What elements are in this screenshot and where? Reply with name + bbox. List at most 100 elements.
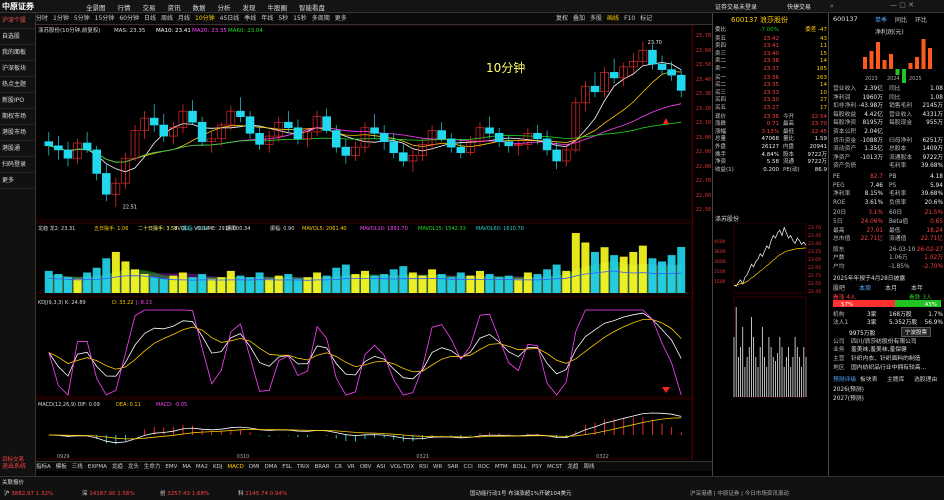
menu-item-2[interactable]: 交易 [143, 2, 156, 12]
period-tab-15[interactable]: 更多 [335, 13, 347, 25]
finance-tab-0[interactable]: 单季 [875, 15, 887, 24]
indicator-tab-3[interactable]: EXPMA [88, 462, 107, 471]
indicator-tab-26[interactable]: ROC [478, 462, 490, 471]
indicator-tab-9[interactable]: MA2 [196, 462, 208, 471]
rating-tab-3[interactable]: 本年 [911, 283, 923, 292]
menu-item-0[interactable]: 全景图 [86, 2, 106, 12]
indicator-tab-24[interactable]: SAR [447, 462, 458, 471]
indicator-tab-17[interactable]: CR [334, 462, 342, 471]
menu-item-3[interactable]: 资讯 [168, 2, 181, 12]
rating-tab-2[interactable]: 本月 [885, 283, 897, 292]
period-tab-2[interactable]: 5分钟 [74, 13, 90, 25]
period-tab-3[interactable]: 15分钟 [95, 13, 115, 25]
menu-item-5[interactable]: 分析 [218, 2, 231, 12]
period-tab-13[interactable]: 15秒 [293, 13, 307, 25]
chart-tool-3[interactable]: 画线 [607, 13, 619, 25]
nav-item-10[interactable]: 更多 [0, 173, 35, 189]
period-tab-7[interactable]: 月线 [178, 13, 190, 25]
index-1[interactable]: 深 14187.90 1.56% [82, 489, 135, 497]
main-chart[interactable]: 涤苏股份(10分钟,前复权) MAS: 23.35 MA10: 23.41 MA20:… [36, 25, 692, 461]
nav-item-0[interactable]: 沪深个股 [0, 13, 35, 29]
indicator-tab-19[interactable]: OBV [360, 462, 372, 471]
window-controls[interactable]: — ▢ ✕ [890, 1, 914, 9]
nav-item-1[interactable]: 自选股 [0, 29, 35, 45]
quick-trade-button[interactable]: 快捷交易 [787, 2, 811, 11]
chart-tool-2[interactable]: 多股 [590, 13, 602, 25]
shares-note-button[interactable]: 宁波股票 [901, 326, 932, 337]
target-trade-link[interactable]: 目标交易 [2, 455, 24, 463]
chart-tool-5[interactable]: 标记 [640, 13, 652, 25]
period-tab-0[interactable]: 分时 [36, 13, 48, 25]
indicator-tab-0[interactable]: 指标A [36, 462, 51, 471]
indicator-tab-28[interactable]: BOLL [513, 462, 527, 471]
indicator-tab-14[interactable]: FSL [282, 462, 292, 471]
indicator-tab-25[interactable]: CCI [464, 462, 473, 471]
menu-item-8[interactable]: 智能看盘 [299, 2, 325, 12]
period-tab-6[interactable]: 周线 [161, 13, 173, 25]
nav-item-5[interactable]: 新股IPO [0, 93, 35, 109]
index-0[interactable]: 沪 3882.97 1.32% [4, 489, 53, 497]
nav-item-8[interactable]: 港股通 [0, 141, 35, 157]
period-tab-11[interactable]: 年线 [261, 13, 273, 25]
period-tab-9[interactable]: 45日线 [220, 13, 240, 25]
index-2[interactable]: 创 3257.43 1.68% [160, 489, 209, 497]
news-ticker[interactable]: 国动能行动1号 布油涨超1%开破104美元 [470, 489, 670, 497]
indicator-tab-4[interactable]: 龙趋 [112, 462, 123, 471]
menu-item-6[interactable]: 发现 [243, 2, 256, 12]
indicator-tab-18[interactable]: VR [347, 462, 355, 471]
predict-tab-1[interactable]: 板块表 [860, 374, 877, 383]
indicator-tab-23[interactable]: WR [433, 462, 442, 471]
nav-item-2[interactable]: 我的面板 [0, 45, 35, 61]
finance-tab-1[interactable]: 同比 [895, 15, 907, 24]
index-3[interactable]: 科 1145.74 0.94% [238, 489, 287, 497]
indicator-tab-27[interactable]: MTM [495, 462, 508, 471]
nav-item-6[interactable]: 期权市场 [0, 109, 35, 125]
indicator-tab-6[interactable]: 生命力 [144, 462, 161, 471]
nav-item-7[interactable]: 港股市场 [0, 125, 35, 141]
related-quote-link[interactable]: 关联报价 [2, 478, 24, 486]
chart-tool-0[interactable]: 复权 [556, 13, 568, 25]
indicator-tab-22[interactable]: RSI [419, 462, 428, 471]
period-tab-14[interactable]: 多周期 [312, 13, 330, 25]
indicator-tab-1[interactable]: 模板 [56, 462, 67, 471]
indicator-tab-8[interactable]: MA [182, 462, 191, 471]
account-status[interactable]: 证券交易未登录 [715, 2, 757, 11]
period-tab-1[interactable]: 1分钟 [53, 13, 69, 25]
rating-tab-0[interactable]: 股吧 [833, 283, 845, 292]
period-tab-4[interactable]: 60分钟 [119, 13, 139, 25]
menu-item-4[interactable]: 数据 [193, 2, 206, 12]
chart-tool-1[interactable]: 叠加 [573, 13, 585, 25]
mini-chart[interactable]: 23.70 23.45 23.40 23.25 23.00 22.95 22.75 22.55… [714, 223, 828, 403]
period-tab-12[interactable]: 5秒 [278, 13, 288, 25]
indicator-tab-11[interactable]: MACD [227, 462, 244, 471]
predict-tab-0[interactable]: 预测评级 [833, 374, 856, 383]
indicator-tab-2[interactable]: 三线 [72, 462, 83, 471]
period-tab-8[interactable]: 10分钟 [195, 13, 215, 25]
indicator-tab-21[interactable]: VOL-TDX [390, 462, 414, 471]
finance-tab-2[interactable]: 环比 [915, 15, 927, 24]
predict-tab-3[interactable]: 选股理由 [914, 374, 937, 383]
indicator-tab-31[interactable]: 龙趋 [567, 462, 578, 471]
indicator-tab-32[interactable]: 周线 [583, 462, 594, 471]
period-tab-5[interactable]: 日线 [144, 13, 156, 25]
menu-item-1[interactable]: 行情 [118, 2, 131, 12]
nav-item-4[interactable]: 热点主题 [0, 77, 35, 93]
rating-tab-1[interactable]: 本周 [859, 283, 871, 292]
indicator-tab-30[interactable]: MCST [547, 462, 562, 471]
nav-item-9[interactable]: 扫码登录 [0, 157, 35, 173]
indicator-tab-10[interactable]: KDJ [213, 462, 222, 471]
indicator-tab-20[interactable]: ASI [376, 462, 385, 471]
indicator-tab-16[interactable]: BRAR [314, 462, 329, 471]
search-icon[interactable]: ⌕ [830, 2, 834, 11]
period-tab-10[interactable]: 季线 [244, 13, 256, 25]
chart-tool-4[interactable]: F10 [624, 13, 635, 25]
menu-item-7[interactable]: 牛股圈 [268, 2, 288, 12]
predict-tab-2[interactable]: 主题库 [887, 374, 904, 383]
indicator-tab-12[interactable]: DMI [249, 462, 260, 471]
nav-item-3[interactable]: 沪深板块 [0, 61, 35, 77]
indicator-tab-29[interactable]: PSY [532, 462, 542, 471]
indicator-tab-7[interactable]: EMV [165, 462, 177, 471]
indicator-tab-13[interactable]: DMA [265, 462, 278, 471]
indicator-tab-15[interactable]: TRIX [297, 462, 310, 471]
indicator-tab-5[interactable]: 龙头 [128, 462, 139, 471]
